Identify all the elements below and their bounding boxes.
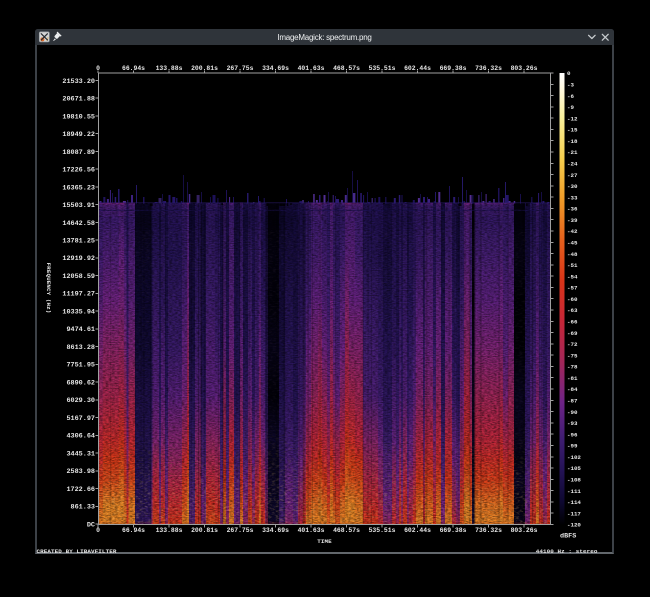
svg-text:0: 0 xyxy=(96,527,100,534)
svg-text:-66: -66 xyxy=(567,319,578,326)
svg-text:-27: -27 xyxy=(567,172,578,179)
svg-text:16365.23: 16365.23 xyxy=(62,184,95,192)
svg-text:6890.62: 6890.62 xyxy=(66,380,95,388)
svg-text:602.44s: 602.44s xyxy=(404,65,431,72)
svg-text:-81: -81 xyxy=(567,375,578,382)
svg-text:18087.89: 18087.89 xyxy=(62,149,95,157)
svg-text:18949.22: 18949.22 xyxy=(62,131,95,139)
svg-text:535.51s: 535.51s xyxy=(369,65,396,72)
svg-text:44100 Hz : stereo: 44100 Hz : stereo xyxy=(536,548,598,555)
svg-text:19810.55: 19810.55 xyxy=(62,113,95,121)
svg-text:2583.98: 2583.98 xyxy=(66,468,95,476)
svg-text:-33: -33 xyxy=(567,194,578,201)
svg-text:CREATED BY LIBAVFILTER: CREATED BY LIBAVFILTER xyxy=(37,548,117,555)
svg-text:-48: -48 xyxy=(567,251,578,258)
svg-text:-84: -84 xyxy=(567,386,578,393)
svg-text:15503.91: 15503.91 xyxy=(62,202,95,210)
svg-text:-120: -120 xyxy=(567,522,581,529)
svg-text:-39: -39 xyxy=(567,217,578,224)
svg-text:-30: -30 xyxy=(567,183,578,190)
svg-text:-105: -105 xyxy=(567,465,581,472)
svg-text:401.63s: 401.63s xyxy=(298,65,325,72)
svg-text:-6: -6 xyxy=(567,93,574,100)
svg-text:-12: -12 xyxy=(567,115,578,122)
svg-text:11197.27: 11197.27 xyxy=(62,291,95,299)
svg-text:3445.31: 3445.31 xyxy=(66,450,95,458)
svg-text:-9: -9 xyxy=(567,104,574,111)
svg-text:8613.28: 8613.28 xyxy=(66,344,95,352)
svg-text:861.33: 861.33 xyxy=(71,504,95,512)
svg-text:334.69s: 334.69s xyxy=(262,527,289,534)
svg-text:21533.20: 21533.20 xyxy=(62,78,95,86)
svg-text:-24: -24 xyxy=(567,161,578,168)
svg-text:TIME: TIME xyxy=(317,538,332,545)
svg-text:20671.88: 20671.88 xyxy=(62,96,95,104)
svg-text:4306.64: 4306.64 xyxy=(66,433,95,441)
svg-text:12919.92: 12919.92 xyxy=(62,255,95,263)
svg-text:267.75s: 267.75s xyxy=(227,65,254,72)
svg-text:0: 0 xyxy=(567,70,571,77)
svg-text:5167.97: 5167.97 xyxy=(66,415,95,423)
svg-text:-45: -45 xyxy=(567,240,578,247)
svg-text:535.51s: 535.51s xyxy=(369,527,396,534)
svg-text:401.63s: 401.63s xyxy=(298,527,325,534)
svg-text:267.75s: 267.75s xyxy=(227,527,254,534)
svg-text:468.57s: 468.57s xyxy=(333,527,360,534)
svg-text:-57: -57 xyxy=(567,285,578,292)
svg-text:17226.56: 17226.56 xyxy=(62,167,95,175)
svg-text:200.81s: 200.81s xyxy=(191,527,218,534)
svg-text:0: 0 xyxy=(96,65,100,72)
svg-text:-36: -36 xyxy=(567,206,578,213)
svg-text:-15: -15 xyxy=(567,127,578,134)
svg-text:-51: -51 xyxy=(567,262,578,269)
svg-text:-75: -75 xyxy=(567,352,578,359)
svg-text:-54: -54 xyxy=(567,273,578,280)
svg-text:-69: -69 xyxy=(567,330,578,337)
svg-text:dBFS: dBFS xyxy=(560,533,576,541)
svg-text:66.94s: 66.94s xyxy=(122,65,145,72)
svg-text:7751.95: 7751.95 xyxy=(66,362,95,370)
svg-text:-102: -102 xyxy=(567,454,581,461)
svg-text:-78: -78 xyxy=(567,364,578,371)
svg-text:14642.58: 14642.58 xyxy=(62,220,95,228)
svg-text:-72: -72 xyxy=(567,341,578,348)
svg-text:-111: -111 xyxy=(567,488,581,495)
svg-text:602.44s: 602.44s xyxy=(404,527,431,534)
svg-text:803.26s: 803.26s xyxy=(511,65,538,72)
svg-text:-63: -63 xyxy=(567,307,578,314)
svg-text:10335.94: 10335.94 xyxy=(62,309,95,317)
svg-text:-18: -18 xyxy=(567,138,578,145)
svg-text:-117: -117 xyxy=(567,510,581,517)
svg-text:9474.61: 9474.61 xyxy=(66,326,95,334)
svg-text:-60: -60 xyxy=(567,296,578,303)
svg-text:-87: -87 xyxy=(567,398,578,405)
svg-text:FREQUENCY (Hz): FREQUENCY (Hz) xyxy=(45,263,52,314)
svg-text:-21: -21 xyxy=(567,149,578,156)
svg-text:13781.25: 13781.25 xyxy=(62,238,95,246)
svg-text:133.88s: 133.88s xyxy=(156,65,183,72)
svg-text:6029.30: 6029.30 xyxy=(66,397,95,405)
svg-text:12058.59: 12058.59 xyxy=(62,273,95,281)
svg-text:66.94s: 66.94s xyxy=(122,527,145,534)
svg-text:1722.66: 1722.66 xyxy=(66,486,95,494)
svg-text:-93: -93 xyxy=(567,420,578,427)
svg-text:669.38s: 669.38s xyxy=(440,65,467,72)
svg-text:-96: -96 xyxy=(567,431,578,438)
svg-text:200.81s: 200.81s xyxy=(191,65,218,72)
svg-text:736.32s: 736.32s xyxy=(475,65,502,72)
svg-text:669.38s: 669.38s xyxy=(440,527,467,534)
svg-text:-42: -42 xyxy=(567,228,578,235)
svg-text:468.57s: 468.57s xyxy=(333,65,360,72)
svg-text:-108: -108 xyxy=(567,477,581,484)
svg-text:803.26s: 803.26s xyxy=(511,527,538,534)
svg-text:DC: DC xyxy=(87,521,95,529)
svg-text:-99: -99 xyxy=(567,443,578,450)
svg-text:133.88s: 133.88s xyxy=(156,527,183,534)
svg-text:736.32s: 736.32s xyxy=(475,527,502,534)
svg-text:-114: -114 xyxy=(567,499,581,506)
svg-text:334.69s: 334.69s xyxy=(262,65,289,72)
svg-text:-3: -3 xyxy=(567,82,574,89)
svg-text:-90: -90 xyxy=(567,409,578,416)
